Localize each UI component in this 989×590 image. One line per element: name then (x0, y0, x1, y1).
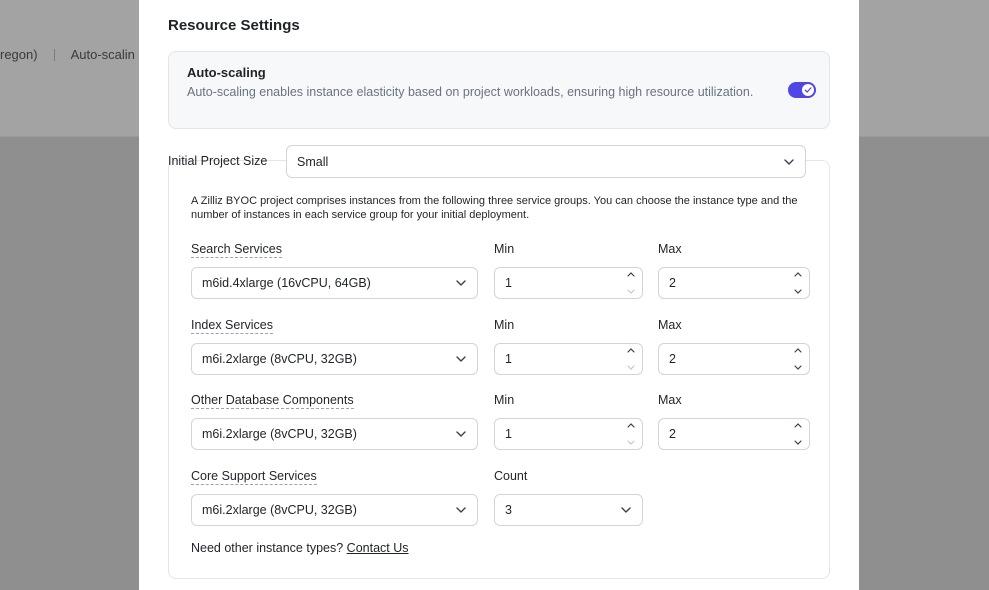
chevron-up-icon[interactable] (794, 271, 802, 277)
service-groups-card: A Zilliz BYOC project comprises instance… (168, 160, 830, 579)
autoscaling-description: Auto-scaling enables instance elasticity… (187, 85, 754, 99)
core-support-services-instance-select[interactable]: m6i.2xlarge (8vCPU, 32GB) (191, 494, 478, 526)
search-services-label: Search Services (191, 242, 283, 258)
chevron-up-icon[interactable] (627, 347, 635, 353)
service-groups-description: A Zilliz BYOC project comprises instance… (191, 195, 798, 221)
search-services-instance-select[interactable]: m6id.4xlarge (16vCPU, 64GB) (191, 267, 478, 299)
other-database-components-instance-value: m6i.2xlarge (8vCPU, 32GB) (202, 427, 357, 441)
core-support-services-count-select[interactable]: 3 (494, 494, 643, 526)
footer-question: Need other instance types? (191, 541, 344, 555)
index-services-min-label: Min (494, 318, 515, 332)
chevron-up-icon[interactable] (794, 347, 802, 353)
other-database-components-max-input[interactable]: 2 (658, 418, 810, 450)
stepper (793, 271, 803, 295)
breadcrumb-region: regon) (0, 47, 38, 62)
modal-title: Resource Settings (168, 17, 300, 34)
other-database-components-max-value: 2 (669, 427, 676, 441)
other-database-components-instance-select[interactable]: m6i.2xlarge (8vCPU, 32GB) (191, 418, 478, 450)
chevron-up-icon[interactable] (627, 422, 635, 428)
core-support-services-instance-value: m6i.2xlarge (8vCPU, 32GB) (202, 503, 357, 517)
chevron-down-icon[interactable] (627, 365, 635, 371)
search-services-max-input[interactable]: 2 (658, 267, 810, 299)
breadcrumb-autoscaling: Auto-scalin (70, 47, 135, 62)
search-services-min-input[interactable]: 1 (494, 267, 643, 299)
other-database-components-label: Other Database Components (191, 393, 354, 409)
core-support-services-count-value: 3 (505, 503, 512, 517)
resource-settings-modal: Resource Settings Auto-scaling Auto-scal… (139, 0, 859, 590)
core-support-services-count-label: Count (494, 469, 528, 483)
index-services-instance-select[interactable]: m6i.2xlarge (8vCPU, 32GB) (191, 343, 478, 375)
stepper (626, 422, 636, 446)
chevron-down-icon (621, 507, 631, 513)
search-services-max-label: Max (658, 242, 682, 256)
chevron-down-icon (456, 280, 466, 286)
check-icon (804, 87, 812, 93)
stepper (626, 347, 636, 371)
index-services-max-label: Max (658, 318, 682, 332)
contact-us-link[interactable]: Contact Us (347, 541, 409, 555)
index-services-max-value: 2 (669, 352, 676, 366)
search-services-min-label: Min (494, 242, 515, 256)
index-services-max-input[interactable]: 2 (658, 343, 810, 375)
chevron-down-icon[interactable] (794, 440, 802, 446)
chevron-down-icon (456, 356, 466, 362)
chevron-down-icon (456, 431, 466, 437)
chevron-up-icon[interactable] (794, 422, 802, 428)
background-breadcrumb: regon) Auto-scalin (0, 47, 135, 62)
footer-note: Need other instance types? Contact Us (191, 541, 409, 555)
other-database-components-min-value: 1 (505, 427, 512, 441)
search-services-min-value: 1 (505, 276, 512, 290)
core-support-services-label: Core Support Services (191, 469, 317, 485)
autoscaling-card: Auto-scaling Auto-scaling enables instan… (168, 51, 830, 129)
stepper (793, 347, 803, 371)
chevron-down-icon (456, 507, 466, 513)
chevron-down-icon[interactable] (627, 289, 635, 295)
chevron-down-icon[interactable] (627, 440, 635, 446)
autoscaling-title: Auto-scaling (187, 65, 266, 80)
search-services-instance-value: m6id.4xlarge (16vCPU, 64GB) (202, 276, 371, 290)
chevron-down-icon[interactable] (794, 289, 802, 295)
initial-project-size-label: Initial Project Size (168, 154, 268, 168)
index-services-min-value: 1 (505, 352, 512, 366)
stepper (626, 271, 636, 295)
other-database-components-max-label: Max (658, 393, 682, 407)
chevron-up-icon[interactable] (627, 271, 635, 277)
index-services-instance-value: m6i.2xlarge (8vCPU, 32GB) (202, 352, 357, 366)
stepper (793, 422, 803, 446)
toggle-knob (802, 84, 814, 96)
initial-project-size-select[interactable]: Small (286, 145, 806, 178)
breadcrumb-divider (53, 48, 55, 61)
chevron-down-icon[interactable] (794, 365, 802, 371)
other-database-components-min-input[interactable]: 1 (494, 418, 643, 450)
index-services-label: Index Services (191, 318, 273, 334)
other-database-components-min-label: Min (494, 393, 515, 407)
chevron-down-icon (784, 158, 794, 165)
index-services-min-input[interactable]: 1 (494, 343, 643, 375)
autoscaling-toggle[interactable] (788, 82, 816, 98)
search-services-max-value: 2 (669, 276, 676, 290)
initial-project-size-value: Small (297, 154, 329, 169)
